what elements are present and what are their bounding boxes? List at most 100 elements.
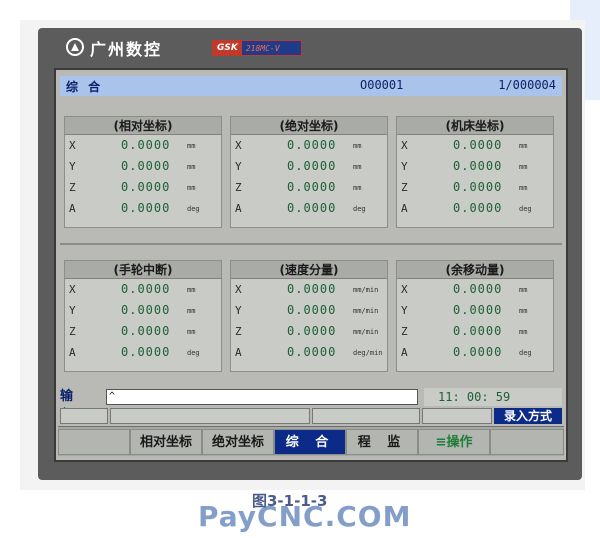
axis-name: Z [69,181,76,194]
axis-value: 0.0000 [121,282,171,296]
status-cell [312,408,420,424]
axis-name: Y [235,304,242,317]
axis-unit: mm [519,163,528,171]
axis-row: X 0.0000 mm/min [231,279,387,300]
axis-row: A 0.0000 deg [65,198,221,219]
axis-row: Y 0.0000 mm/min [231,300,387,321]
gsk-logo-icon [66,38,84,56]
axis-value: 0.0000 [453,282,503,296]
brand-name: 广州数控 [90,40,163,59]
machine-coords-panel: (机床坐标) X 0.0000 mm Y 0.0000 mm Z 0.0000 mm A 0.… [396,116,554,228]
softkey-overall[interactable]: 综 合 [274,429,346,455]
axis-row: Z 0.0000 mm [397,177,553,198]
softkey-bar: 相对坐标 绝对坐标 综 合 程 监 ≡操作 [58,426,564,456]
axis-name: Z [401,181,408,194]
axis-row: A 0.0000 deg/min [231,342,387,363]
panel-title: (绝对坐标) [231,117,387,135]
softkey-relative-coords[interactable]: 相对坐标 [130,429,202,455]
softkey-operation[interactable]: ≡操作 [418,429,490,455]
status-cell [110,408,310,424]
remaining-move-panel: (余移动量) X 0.0000 mm Y 0.0000 mm Z 0.0000 mm A 0.… [396,260,554,372]
axis-value: 0.0000 [453,324,503,338]
axis-unit: deg/min [353,349,383,357]
axis-name: A [69,202,76,215]
axis-unit: mm/min [353,328,379,336]
axis-value: 0.0000 [121,303,171,317]
axis-name: Y [401,304,408,317]
input-row: 输 入 ^ 11: 00: 59 [60,388,562,422]
axis-row: X 0.0000 mm [397,135,553,156]
axis-unit: mm [519,286,528,294]
axis-value: 0.0000 [287,180,337,194]
axis-unit: mm [187,328,196,336]
axis-row: A 0.0000 deg [231,198,387,219]
input-label: 输 入 [60,389,80,422]
axis-name: Y [401,160,408,173]
axis-unit: mm [519,328,528,336]
panel-title: (速度分量) [231,261,387,279]
axis-row: X 0.0000 mm [231,135,387,156]
title-bar: 综 合 O00001 1/000004 [60,76,562,96]
panel-title: (相对坐标) [65,117,221,135]
axis-value: 0.0000 [121,138,171,152]
axis-value: 0.0000 [453,345,503,359]
handwheel-interrupt-panel: (手轮中断) X 0.0000 mm Y 0.0000 mm Z 0.0000 mm A 0.… [64,260,222,372]
operation-mode-badge: 录入方式 [494,408,562,424]
axis-value: 0.0000 [121,345,171,359]
axis-row: Y 0.0000 mm [65,156,221,177]
clock-display: 11: 00: 59 [424,388,562,406]
axis-name: Z [401,325,408,338]
axis-unit: deg [353,205,366,213]
axis-unit: mm [353,142,362,150]
axis-value: 0.0000 [453,159,503,173]
axis-unit: mm [519,307,528,315]
axis-unit: deg [187,349,200,357]
status-row: 录入方式 [60,408,562,424]
axis-value: 0.0000 [287,201,337,215]
axis-name: A [235,346,242,359]
cnc-screen: 综 合 O00001 1/000004 (相对坐标) X 0.0000 mm Y 0.… [54,68,568,462]
gsk-badge: GSK 218MC-V [212,40,302,56]
axis-name: X [235,283,242,296]
axis-name: Y [69,304,76,317]
axis-value: 0.0000 [121,324,171,338]
axis-unit: deg [187,205,200,213]
axis-value: 0.0000 [287,138,337,152]
axis-name: Z [69,325,76,338]
axis-row: Z 0.0000 mm [65,177,221,198]
absolute-coords-panel: (绝对坐标) X 0.0000 mm Y 0.0000 mm Z 0.0000 mm A 0.… [230,116,388,228]
axis-unit: mm [187,307,196,315]
axis-name: A [235,202,242,215]
axis-value: 0.0000 [453,180,503,194]
softkey-blank-right[interactable] [490,429,564,455]
axis-name: A [401,202,408,215]
axis-row: A 0.0000 deg [65,342,221,363]
softkey-absolute-coords[interactable]: 绝对坐标 [202,429,274,455]
axis-value: 0.0000 [121,201,171,215]
command-input[interactable]: ^ [106,389,418,405]
axis-name: X [401,139,408,152]
axis-row: Z 0.0000 mm [231,177,387,198]
axis-name: A [401,346,408,359]
axis-value: 0.0000 [121,180,171,194]
watermark: PayCNC.COM [198,500,412,533]
axis-unit: deg [519,349,532,357]
axis-unit: mm [187,142,196,150]
panel-title: (手轮中断) [65,261,221,279]
status-cell [60,408,108,424]
axis-unit: mm [353,163,362,171]
axis-name: Y [235,160,242,173]
axis-row: Z 0.0000 mm/min [231,321,387,342]
axis-unit: mm [353,184,362,192]
softkey-program-monitor[interactable]: 程 监 [346,429,418,455]
axis-name: X [69,283,76,296]
screen-mode-title: 综 合 [66,80,104,94]
axis-row: Y 0.0000 mm [397,300,553,321]
axis-row: Y 0.0000 mm [65,300,221,321]
axis-name: X [235,139,242,152]
axis-value: 0.0000 [287,282,337,296]
program-number: O00001 [360,78,404,92]
axis-unit: deg [519,205,532,213]
softkey-blank-left[interactable] [58,429,130,455]
axis-unit: mm [187,163,196,171]
